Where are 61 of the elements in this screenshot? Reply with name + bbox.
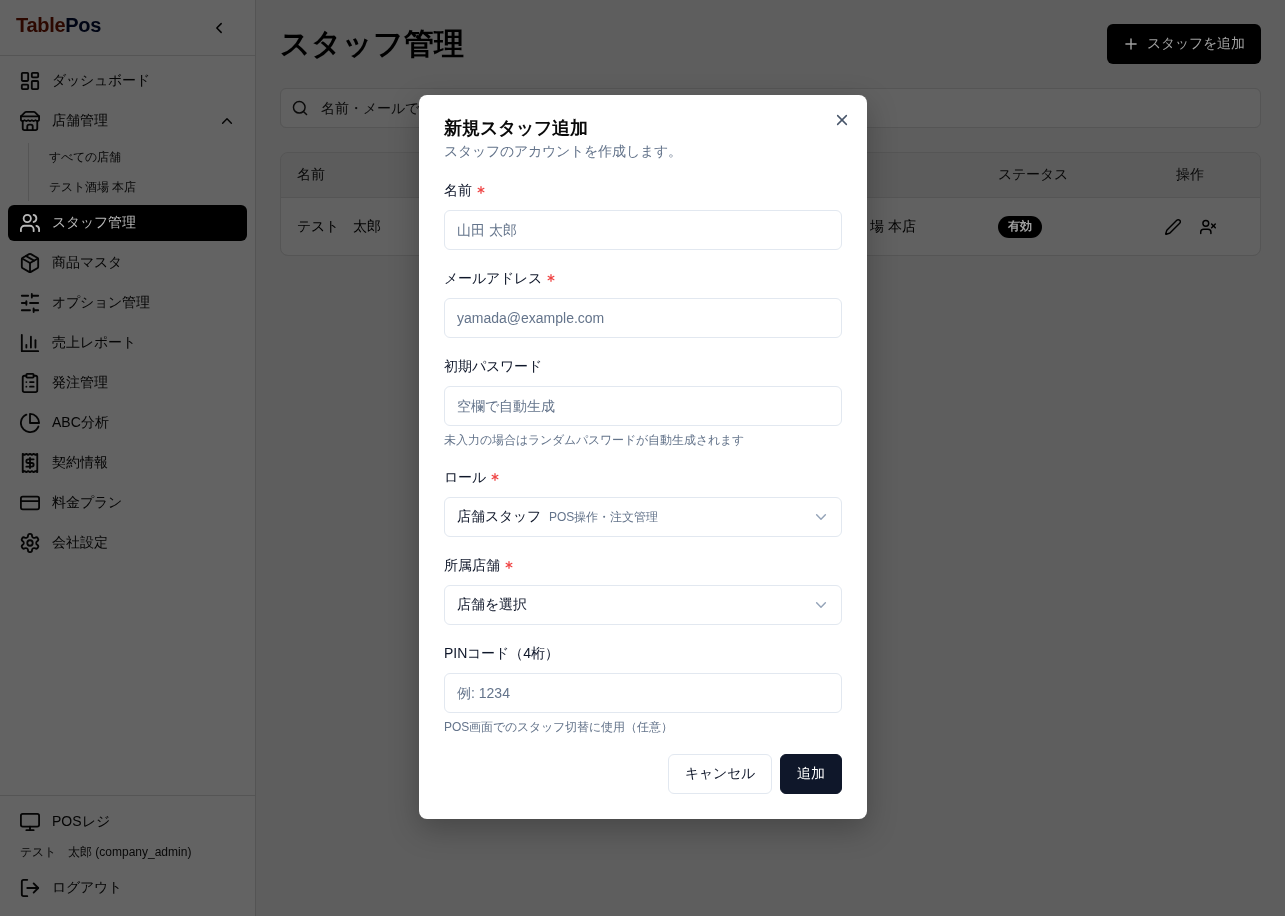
dialog-description: スタッフのアカウントを作成します。 xyxy=(444,142,683,161)
sidebar-subitem[interactable]: すべての店舗 xyxy=(49,143,121,171)
sidebar-item[interactable]: 売上レポート xyxy=(8,325,247,361)
sidebar-item[interactable]: 契約情報 xyxy=(8,445,247,481)
users-icon xyxy=(20,213,40,233)
field-label: 所属店舗 xyxy=(444,556,500,575)
logo: TablePos xyxy=(16,12,102,38)
column-header: ステータス xyxy=(998,166,1068,182)
input-field[interactable]: 例: 1234 xyxy=(444,673,842,713)
input-field[interactable]: 空欄で自動生成 xyxy=(444,386,842,426)
select-field[interactable]: 店舗を選択 xyxy=(444,585,842,625)
close-icon[interactable] xyxy=(834,112,850,128)
clipboard-icon xyxy=(20,373,40,393)
table-cell: 場 本店 xyxy=(870,217,916,234)
credit-card-icon xyxy=(20,493,40,513)
help-text: 未入力の場合はランダムパスワードが自動生成されます xyxy=(444,432,744,449)
sidebar-item[interactable]: スタッフ管理 xyxy=(8,205,247,241)
status-badge: 有効 xyxy=(998,215,1042,238)
box-icon xyxy=(20,253,40,273)
pie-chart-icon xyxy=(20,413,40,433)
user-x-icon[interactable] xyxy=(1199,218,1216,235)
field-label: ロール xyxy=(444,468,486,487)
table-cell: テスト 太郎 xyxy=(297,217,381,234)
sidebar-item[interactable]: ログアウト xyxy=(8,870,247,906)
sidebar-item[interactable]: 発注管理 xyxy=(8,365,247,401)
sidebar-item[interactable]: 料金プラン xyxy=(8,485,247,521)
sliders-icon xyxy=(20,293,40,313)
user-name: テスト 太郎 (company_admin) xyxy=(20,844,192,860)
logout-icon xyxy=(20,878,40,898)
cancel-button[interactable]: キャンセル xyxy=(668,754,772,794)
plus-icon xyxy=(1123,36,1139,52)
help-text: POS画面でのスタッフ切替に使用（任意） xyxy=(444,719,674,736)
sidebar-item[interactable]: POSレジ xyxy=(8,804,247,840)
sidebar-subitem[interactable]: テスト酒場 本店 xyxy=(49,173,137,201)
sidebar-item[interactable]: 会社設定 xyxy=(8,525,247,561)
settings-icon xyxy=(20,533,40,553)
sidebar-item[interactable]: 商品マスタ xyxy=(8,245,247,281)
search-icon xyxy=(292,100,308,116)
field-label: メールアドレス xyxy=(444,269,542,288)
receipt-icon xyxy=(20,453,40,473)
monitor-icon xyxy=(20,812,40,832)
input-field[interactable]: yamada@example.com xyxy=(444,298,842,338)
page-title: スタッフ管理 xyxy=(280,26,464,62)
dialog-title: 新規スタッフ追加 xyxy=(444,117,589,140)
sidebar-item[interactable]: ダッシュボード xyxy=(8,63,247,99)
field-label: 初期パスワード xyxy=(444,357,542,376)
grid-icon xyxy=(20,71,40,91)
select-field[interactable]: 店舗スタッフ POS操作・注文管理 xyxy=(444,497,842,537)
column-header: 操作 xyxy=(1176,166,1204,182)
field-label: PINコード（4桁） xyxy=(444,644,560,663)
field-label: 名前 xyxy=(444,181,472,200)
add-button[interactable]: スタッフを追加 xyxy=(1107,24,1261,64)
bar-chart-icon xyxy=(20,333,40,353)
submit-button[interactable]: 追加 xyxy=(780,754,842,794)
sidebar-item[interactable]: ABC分析 xyxy=(8,405,247,441)
store-icon xyxy=(20,111,40,131)
input-field[interactable]: 山田 太郎 xyxy=(444,210,842,250)
column-header: 名前 xyxy=(297,166,325,182)
sidebar-item[interactable]: オプション管理 xyxy=(8,285,247,321)
sidebar-item[interactable]: 店舗管理 xyxy=(8,103,247,139)
pencil-icon[interactable] xyxy=(1164,218,1181,235)
